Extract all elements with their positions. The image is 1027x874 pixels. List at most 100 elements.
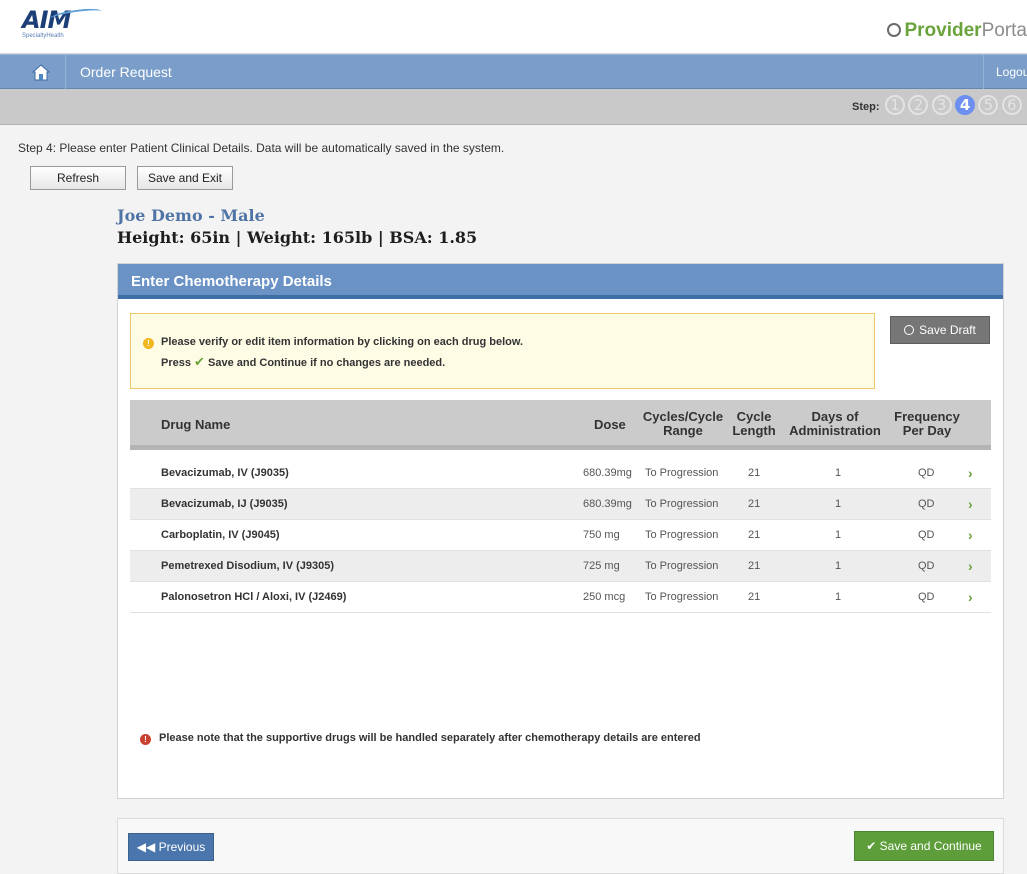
table-row[interactable]: Palonosetron HCl / Aloxi, IV (J2469) 250 … <box>130 582 991 613</box>
refresh-button[interactable]: Refresh <box>30 166 126 190</box>
dose-cell: 750 mg <box>583 529 620 541</box>
drug-name-cell: Bevacizumab, IJ (J9035) <box>161 498 288 510</box>
col-drug-name: Drug Name <box>161 417 231 432</box>
frequency-cell: QD <box>918 591 935 603</box>
cycles-cell: To Progression <box>645 529 719 541</box>
table-spacer <box>130 450 991 458</box>
col-freq-line2: Per Day <box>902 423 952 438</box>
checkmark-icon: ✔ <box>194 354 205 369</box>
chemotherapy-panel: Enter Chemotherapy Details ! Please veri… <box>117 263 1004 799</box>
logo-subtext: SpecialtyHealth <box>22 33 64 39</box>
cycles-cell: To Progression <box>645 498 719 510</box>
supportive-drugs-note: ! Please note that the supportive drugs w… <box>140 732 701 745</box>
days-cell: 1 <box>835 529 842 541</box>
frequency-cell: QD <box>918 498 935 510</box>
table-header: Drug Name Dose Cycles/Cycle Range Cycle … <box>130 400 991 450</box>
notice-save-text: Save and Continue if no changes are need… <box>208 357 446 369</box>
step-bar: Step: 1 2 3 4 5 6 <box>0 89 1027 125</box>
frequency-cell: QD <box>918 529 935 541</box>
home-button[interactable] <box>0 55 66 90</box>
col-cycles-line1: Cycles/Cycle <box>642 409 724 424</box>
cycles-cell: To Progression <box>645 467 719 479</box>
logout-link[interactable]: Logout <box>983 55 1027 90</box>
days-cell: 1 <box>835 560 842 572</box>
top-header: AIM SpecialtyHealth ProviderPorta <box>0 0 1027 54</box>
previous-button[interactable]: ◀◀ Previous <box>128 833 214 861</box>
portal-pin-icon <box>887 23 902 37</box>
step-5: 5 <box>978 95 999 115</box>
provider-portal-logo: ProviderPorta <box>887 20 1027 42</box>
table-row[interactable]: Bevacizumab, IV (J9035) 680.39mg To Progre… <box>130 458 991 489</box>
drug-name-cell: Pemetrexed Disodium, IV (J9305) <box>161 560 335 572</box>
days-cell: 1 <box>835 498 842 510</box>
notice-press-text: Press <box>161 357 191 369</box>
save-continue-label: Save and Continue <box>879 839 982 853</box>
previous-label: Previous <box>158 840 206 854</box>
drug-table: Drug Name Dose Cycles/Cycle Range Cycle … <box>130 400 991 613</box>
col-dose: Dose <box>594 417 626 432</box>
footer-bar: ◀◀ Previous ✔ Save and Continue <box>117 818 1004 874</box>
step-label: Step: <box>852 101 880 113</box>
panel-title: Enter Chemotherapy Details <box>118 264 1003 299</box>
col-length: Cycle Length <box>730 410 778 438</box>
frequency-cell: QD <box>918 560 935 572</box>
clock-icon <box>904 325 915 335</box>
note-text: Please note that the supportive drugs wi… <box>159 732 701 744</box>
alert-icon: ! <box>140 734 151 745</box>
checkmark-icon: ✔ <box>866 839 877 853</box>
portal-logo-bold: Provider <box>904 20 982 41</box>
dose-cell: 725 mg <box>583 560 620 572</box>
step-instructions: Step 4: Please enter Patient Clinical De… <box>18 141 505 155</box>
cycle-length-cell: 21 <box>748 467 761 479</box>
save-draft-label: Save Draft <box>919 323 976 337</box>
chevron-right-icon[interactable]: › <box>968 496 973 512</box>
double-left-arrow-icon: ◀◀ <box>136 840 156 854</box>
cycles-cell: To Progression <box>645 591 719 603</box>
info-icon: ! <box>143 338 154 349</box>
step-indicator: 1 2 3 4 5 6 <box>885 95 1022 115</box>
col-cycles-line2: Range <box>663 423 703 438</box>
patient-name: Joe Demo - Male <box>117 206 265 225</box>
table-row[interactable]: Pemetrexed Disodium, IV (J9305) 725 mg To … <box>130 551 991 582</box>
step-3: 3 <box>931 95 952 115</box>
verify-notice: ! Please verify or edit item information… <box>130 313 875 389</box>
col-freq-line1: Frequency <box>894 409 960 424</box>
table-row[interactable]: Bevacizumab, IJ (J9035) 680.39mg To Progre… <box>130 489 991 520</box>
cycle-length-cell: 21 <box>748 498 761 510</box>
drug-name-cell: Palonosetron HCl / Aloxi, IV (J2469) <box>161 591 347 603</box>
dose-cell: 680.39mg <box>583 498 632 510</box>
chevron-right-icon[interactable]: › <box>968 465 973 481</box>
step-1: 1 <box>885 95 905 115</box>
nav-title: Order Request <box>80 64 172 80</box>
step-4-current: 4 <box>955 95 976 115</box>
days-cell: 1 <box>835 467 842 479</box>
save-and-exit-button[interactable]: Save and Exit <box>137 166 233 190</box>
col-days: Days of Administration <box>782 410 888 438</box>
frequency-cell: QD <box>918 467 935 479</box>
col-frequency: Frequency Per Day <box>888 410 966 438</box>
step-6: 6 <box>1001 95 1022 115</box>
step-2: 2 <box>908 95 929 115</box>
col-length-line1: Cycle <box>736 409 772 424</box>
col-days-line2: Administration <box>789 423 881 438</box>
patient-stats: Height: 65in | Weight: 165lb | BSA: 1.85 <box>117 228 478 247</box>
col-length-line2: Length <box>732 423 776 438</box>
notice-line-1: Please verify or edit item information b… <box>161 336 524 348</box>
col-days-line1: Days of <box>811 409 859 424</box>
cycle-length-cell: 21 <box>748 591 761 603</box>
chevron-right-icon[interactable]: › <box>968 589 973 605</box>
cycle-length-cell: 21 <box>748 560 761 572</box>
col-cycles: Cycles/Cycle Range <box>638 410 728 438</box>
cycles-cell: To Progression <box>645 560 719 572</box>
days-cell: 1 <box>835 591 842 603</box>
save-and-continue-button[interactable]: ✔ Save and Continue <box>854 831 994 861</box>
chevron-right-icon[interactable]: › <box>968 558 973 574</box>
portal-logo-rest: Porta <box>981 20 1027 41</box>
save-draft-button[interactable]: Save Draft <box>890 316 990 344</box>
notice-line-2: Press ✔ Save and Continue if no changes … <box>161 354 445 370</box>
chevron-right-icon[interactable]: › <box>968 527 973 543</box>
aim-logo: AIM SpecialtyHealth <box>22 6 103 48</box>
drug-name-cell: Carboplatin, IV (J9045) <box>161 529 280 541</box>
table-row[interactable]: Carboplatin, IV (J9045) 750 mg To Progress… <box>130 520 991 551</box>
home-icon <box>32 64 50 81</box>
